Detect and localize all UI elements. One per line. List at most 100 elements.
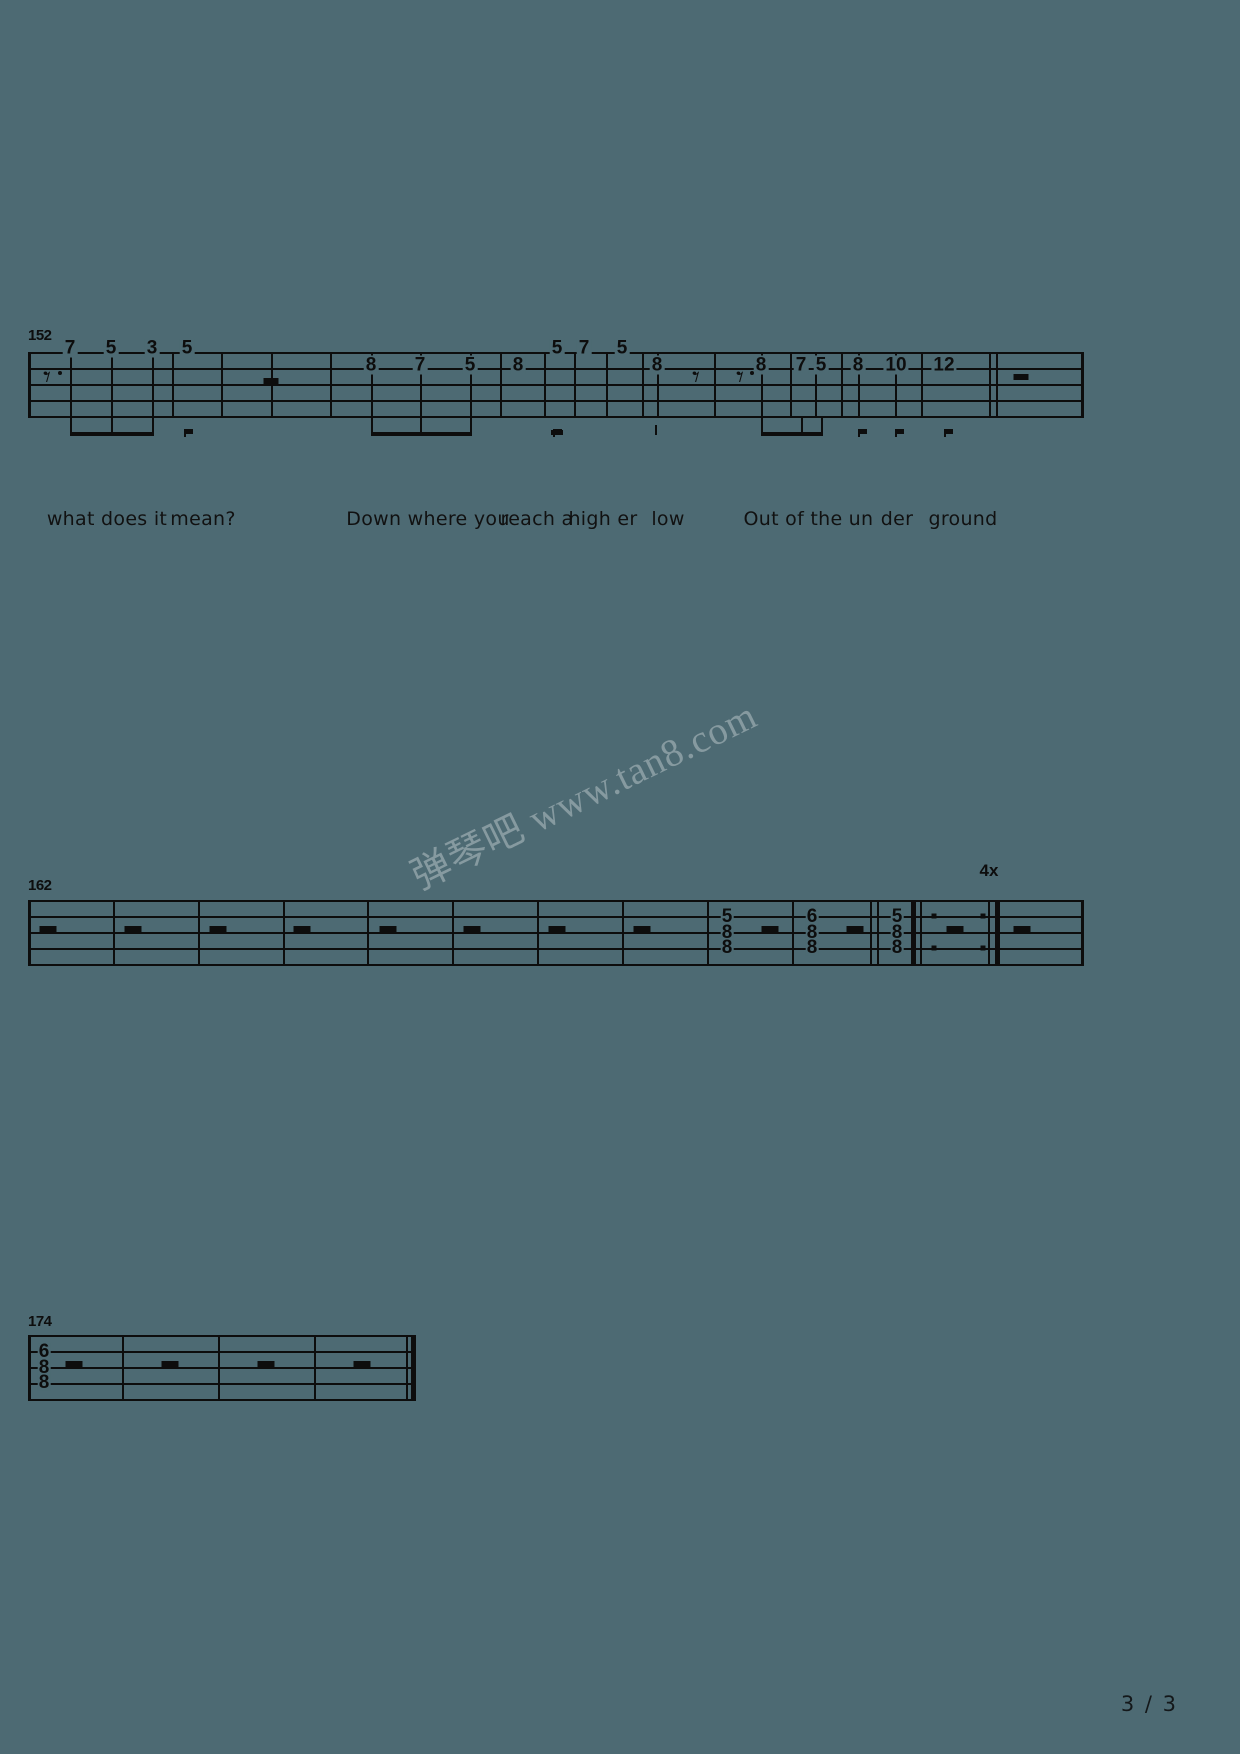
tab-line <box>28 932 1084 934</box>
tab-line <box>28 1367 416 1369</box>
sheet-music-page: 弹琴吧 www.tan8.com 152 7 5 3 5 8 7 5 8 5 7… <box>0 0 1240 1754</box>
tab-line <box>28 400 1084 402</box>
lyric-syllable: ground <box>928 508 998 530</box>
tab-line <box>28 368 1084 370</box>
tab-fret-number: 12 <box>931 354 957 376</box>
tab-line <box>28 1335 416 1337</box>
barline <box>1081 352 1084 418</box>
barline <box>500 352 502 418</box>
repeat-barline <box>911 900 916 966</box>
lyric-syllable: Out of the <box>743 508 843 530</box>
tab-fret-number: 8 <box>37 1371 51 1393</box>
barline <box>537 900 539 966</box>
tab-fret-number: 8 <box>753 354 769 376</box>
half-rest-icon <box>1013 374 1029 380</box>
barline <box>921 352 923 418</box>
whole-rest-icon <box>124 926 142 932</box>
whole-rest-icon <box>209 926 227 932</box>
tab-fret-number: 8 <box>850 354 866 376</box>
note-beam <box>761 432 823 436</box>
augmentation-dot <box>58 371 62 375</box>
repeat-dot <box>931 913 937 919</box>
rhythm-flag <box>555 429 562 434</box>
tab-fret-number: 5 <box>103 337 119 359</box>
whole-rest-icon <box>379 926 397 932</box>
tab-line <box>28 964 1084 966</box>
repeat-dot <box>980 945 986 951</box>
final-barline <box>411 1335 416 1401</box>
lyric-syllable: un <box>848 508 874 530</box>
tab-fret-number: 7 <box>412 354 428 376</box>
barline <box>113 900 115 966</box>
barline <box>314 1335 316 1401</box>
whole-rest-icon <box>633 926 651 932</box>
tab-line <box>28 416 1084 418</box>
repeat-barline <box>920 900 922 966</box>
barline <box>642 352 644 418</box>
tab-fret-number: 5 <box>179 337 195 359</box>
barline <box>330 352 332 418</box>
beat-divider <box>111 352 113 418</box>
repeat-dot <box>980 913 986 919</box>
whole-rest-icon <box>1013 926 1031 932</box>
tab-fret-number: 5 <box>614 337 630 359</box>
half-rest-icon <box>263 378 279 384</box>
tab-fret-number: 8 <box>805 936 819 958</box>
beat-divider <box>271 352 273 418</box>
whole-rest-icon <box>353 1361 371 1367</box>
whole-rest-icon <box>65 1361 83 1367</box>
barline <box>218 1335 220 1401</box>
barline <box>877 900 879 966</box>
tab-fret-number: 10 <box>883 354 909 376</box>
tab-fret-number: 8 <box>649 354 665 376</box>
whole-rest-icon <box>548 926 566 932</box>
tab-fret-number: 8 <box>510 354 526 376</box>
repeat-barline <box>988 900 990 966</box>
tab-line <box>28 1351 416 1353</box>
lyric-syllable: high er <box>568 508 638 530</box>
lyric-syllable: low <box>651 508 685 530</box>
tab-fret-number: 5 <box>462 354 478 376</box>
tab-line <box>28 1383 416 1385</box>
barline <box>122 1335 124 1401</box>
repeat-barline <box>995 900 1000 966</box>
repeat-count-label: 4x <box>979 861 999 880</box>
barline <box>714 352 716 418</box>
beat-divider <box>574 352 576 418</box>
barline <box>28 1335 31 1401</box>
barline <box>172 352 174 418</box>
whole-rest-icon <box>761 926 779 932</box>
beat-divider <box>544 352 546 418</box>
rhythm-flag <box>860 429 867 434</box>
beat-divider <box>152 352 154 418</box>
barline <box>406 1335 408 1401</box>
tab-fret-number: 7 <box>62 337 78 359</box>
whole-rest-icon <box>463 926 481 932</box>
lyric-syllable: reach a <box>500 508 574 530</box>
rhythm-tick <box>655 425 657 435</box>
lyric-syllable: Down where you <box>346 508 510 530</box>
beat-divider <box>70 352 72 418</box>
barline <box>452 900 454 966</box>
tab-line <box>28 900 1084 902</box>
watermark-tan8: 弹琴吧 www.tan8.com <box>404 693 764 899</box>
barline <box>28 900 31 966</box>
whole-rest-icon <box>161 1361 179 1367</box>
tab-chord-stack: 5 8 8 <box>890 907 904 956</box>
tab-line <box>28 948 1084 950</box>
barline <box>792 900 794 966</box>
tab-fret-number: 3 <box>144 337 160 359</box>
beat-divider <box>790 352 792 418</box>
barline <box>367 900 369 966</box>
barline <box>1081 900 1084 966</box>
tab-fret-number: 5 <box>813 354 829 376</box>
measure-number-152: 152 <box>28 327 52 344</box>
tab-line <box>28 916 1084 918</box>
barline <box>28 352 31 418</box>
tab-line <box>28 1399 416 1401</box>
lyric-syllable: what does it <box>46 508 168 530</box>
whole-rest-icon <box>257 1361 275 1367</box>
beat-divider <box>221 352 223 418</box>
barline <box>707 900 709 966</box>
tab-fret-number: 5 <box>549 337 565 359</box>
